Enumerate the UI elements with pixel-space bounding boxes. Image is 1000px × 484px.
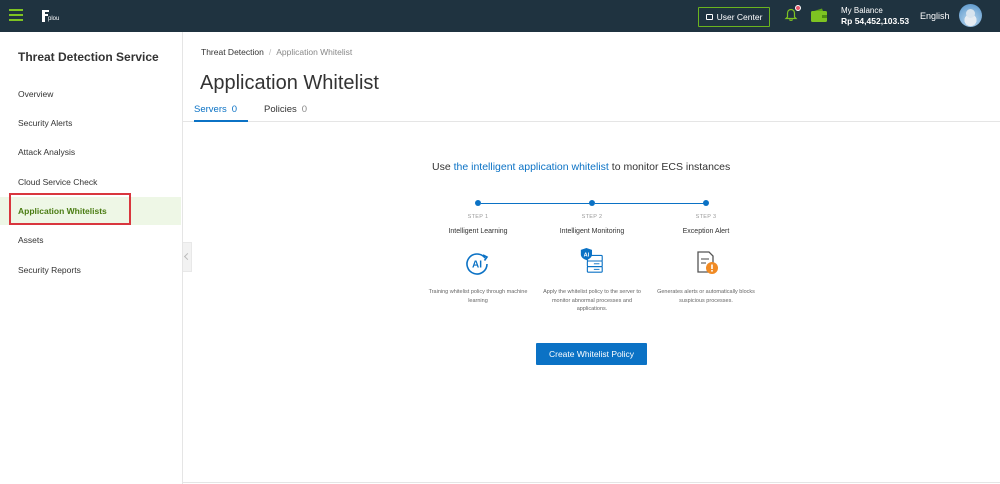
step-1-description: Training whitelist policy through machin… [428, 289, 528, 304]
step-1-number: STEP 1 [467, 214, 489, 220]
breadcrumb: Threat Detection / Application Whitelist [201, 47, 352, 57]
step-dot [475, 200, 481, 206]
step-dot [589, 200, 595, 206]
step-dot [703, 200, 709, 206]
tab-servers[interactable]: Servers 0 [194, 104, 248, 122]
tab-servers-label: Servers [194, 104, 227, 115]
notification-badge [795, 5, 801, 11]
user-center-button[interactable]: User Center [698, 7, 770, 27]
step-2-number: STEP 2 [581, 214, 603, 220]
breadcrumb-root[interactable]: Threat Detection [201, 47, 264, 57]
sidebar-item-security-reports[interactable]: Security Reports [0, 256, 181, 284]
avatar[interactable] [959, 4, 982, 27]
sidebar-item-assets[interactable]: Assets [0, 226, 181, 254]
sidebar-collapse-handle[interactable] [183, 242, 192, 272]
step-3-name: Exception Alert [682, 228, 730, 235]
tab-bar: Servers 0 Policies 0 [183, 104, 1000, 122]
tab-policies[interactable]: Policies 0 [264, 104, 307, 122]
language-selector[interactable]: English [920, 11, 950, 21]
intro-prefix: Use [432, 161, 454, 173]
ai-learning-icon: AI [466, 253, 489, 275]
svg-text:AI: AI [584, 252, 590, 258]
sidebar-item-attack-analysis[interactable]: Attack Analysis [0, 138, 181, 166]
page-title: Application Whitelist [200, 72, 379, 94]
create-whitelist-policy-button[interactable]: Create Whitelist Policy [536, 343, 647, 365]
intro-suffix: to monitor ECS instances [608, 161, 731, 173]
step-3-number: STEP 3 [695, 214, 717, 220]
step-2-name: Intelligent Monitoring [559, 228, 625, 235]
intro-text: Use the intelligent application whitelis… [432, 161, 730, 173]
balance-value: Rp 54,452,103.53 [841, 16, 910, 26]
breadcrumb-current: Application Whitelist [276, 47, 353, 57]
document-alert-icon [697, 251, 718, 274]
breadcrumb-separator: / [268, 47, 272, 57]
step-connector [481, 203, 591, 204]
wallet-icon[interactable] [810, 8, 828, 23]
user-center-label: User Center [716, 12, 763, 22]
svg-text:AI: AI [472, 260, 482, 271]
intro-link[interactable]: the intelligent application whitelist [454, 161, 609, 173]
tab-policies-label: Policies [264, 104, 297, 115]
step-3-description: Generates alerts or automatically blocks… [657, 289, 755, 304]
monitor-icon [705, 14, 713, 20]
highlight-outline [9, 193, 131, 225]
balance-label: My Balance [841, 6, 883, 15]
tab-servers-count: 0 [231, 104, 238, 115]
logo-text: plou [48, 16, 60, 22]
sidebar-item-security-alerts[interactable]: Security Alerts [0, 109, 181, 137]
step-1-name: Intelligent Learning [448, 228, 508, 235]
sidebar-title: Threat Detection Service [18, 50, 159, 64]
tab-policies-count: 0 [301, 104, 308, 115]
menu-icon[interactable] [9, 9, 23, 21]
top-navigation-bar: plou User Center My Balance Rp 54,452,10… [0, 0, 1000, 32]
balance-display[interactable]: My Balance Rp 54,452,103.53 [841, 6, 909, 26]
sidebar-item-cloud-service-check[interactable]: Cloud Service Check [0, 168, 181, 196]
ai-server-icon: AI [580, 248, 603, 273]
step-connector [595, 203, 705, 204]
sidebar-item-overview[interactable]: Overview [0, 80, 181, 108]
footer-divider [183, 482, 1000, 483]
step-2-description: Apply the whitelist policy to the server… [543, 289, 641, 312]
